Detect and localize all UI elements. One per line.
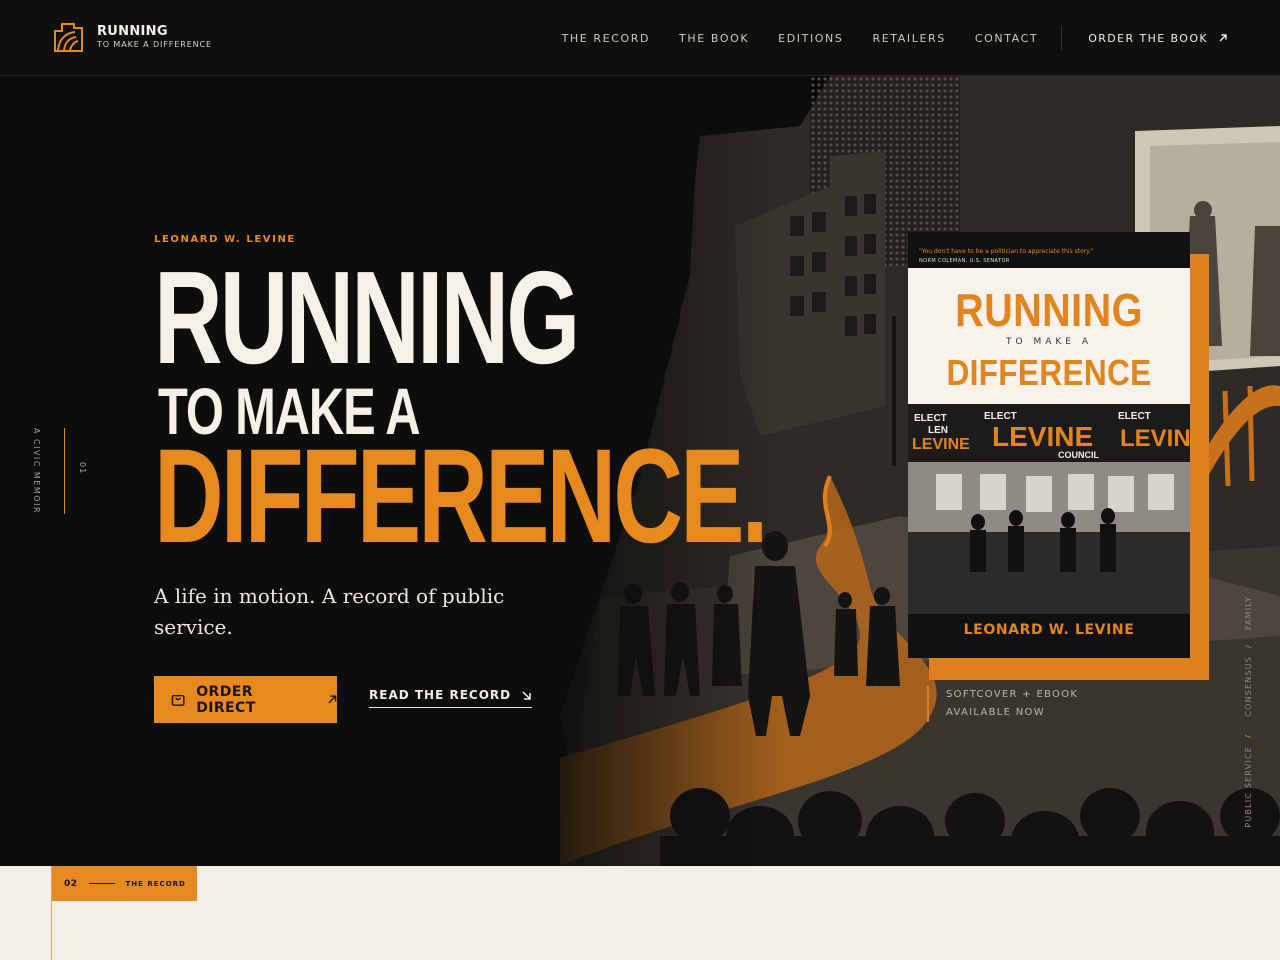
themes-list: PUBLIC SERVICE / CONSENSUS / FAMILY [1242,596,1262,846]
section-tab-number: 02 [64,878,78,889]
section-tab-label: THE RECORD [125,879,186,888]
order-direct-label: ORDER DIRECT [196,683,256,716]
order-the-book-link[interactable]: ORDER THE BOOK [1088,32,1228,45]
arrow-up-right-icon [1219,34,1227,42]
campaign-office-photo: ELECT LEN LEVINE ELECT LEVINE COUNCIL EL… [908,404,1190,614]
book-author: LEONARD W. LEVINE [963,622,1135,638]
availability-status: AVAILABLE NOW [946,707,1045,718]
sign-levine-3: LEVINE [1120,425,1190,452]
arrow-down-right-icon [522,690,531,700]
brand-text: RUNNING TO MAKE A DIFFERENCE [97,25,212,50]
theme-public-service: PUBLIC SERVICE [1244,746,1253,828]
book-title-running: RUNNING [955,284,1143,336]
read-the-record-label: READ THE RECORD [369,688,512,702]
shopping-bag-icon [171,694,185,706]
book-title-difference: DIFFERENCE [946,352,1152,393]
arrow-up-right-icon [327,695,336,704]
sign-elect-1: ELECT [914,413,947,424]
side-label-text: A CIVIC MEMOIR [32,428,41,514]
theme-separator: / [1244,734,1253,738]
book-quote-attribution: NORM COLEMAN, U.S. SENATOR [919,258,1010,264]
section-tab: 02 THE RECORD [52,866,197,901]
section-number: 01 [78,462,87,475]
headline-difference-text: DIFFERENCE [154,422,745,571]
book-quote: "You don't have to be a politician to ap… [919,248,1094,255]
sign-levine-2: LEVINE [992,421,1093,452]
side-rule [64,428,65,514]
side-label: A CIVIC MEMOIR [32,428,52,518]
theme-family: FAMILY [1244,596,1253,631]
headline-period: . [741,422,769,571]
logo-mark-icon [54,23,83,52]
sign-len: LEN [928,425,948,436]
the-record-section: 02 THE RECORD [0,866,1280,960]
nav-item-the-book[interactable]: THE BOOK [679,32,749,45]
order-direct-button[interactable]: ORDER DIRECT [154,676,337,723]
brand-subtitle: TO MAKE A DIFFERENCE [97,40,212,49]
book-cover[interactable]: "You don't have to be a politician to ap… [908,232,1190,658]
order-the-book-label: ORDER THE BOOK [1088,31,1208,45]
main-nav: THE RECORD THE BOOK EDITIONS RETAILERS C… [533,0,1228,76]
availability-note: SOFTCOVER + EBOOK AVAILABLE NOW [927,686,1078,722]
theme-consensus: CONSENSUS [1244,656,1253,717]
sign-elect-3: ELECT [1118,411,1151,422]
nav-item-the-record[interactable]: THE RECORD [562,32,650,45]
hero-tagline: A life in motion. A record of public ser… [154,584,505,639]
sign-levine-1: LEVINE [912,436,970,453]
sign-council: COUNCIL [1058,450,1099,460]
hero-section: A CIVIC MEMOIR 01 LEONARD W. LEVINE RUNN… [0,76,1280,866]
section-tab-line [88,883,115,884]
nav-item-editions[interactable]: EDITIONS [778,32,843,45]
theme-separator: / [1244,644,1253,648]
nav-item-contact[interactable]: CONTACT [975,32,1038,45]
headline-difference: DIFFERENCE. [154,430,768,564]
read-the-record-link[interactable]: READ THE RECORD [369,688,533,708]
site-header: RUNNING TO MAKE A DIFFERENCE THE RECORD … [0,0,1280,76]
nav-item-retailers[interactable]: RETAILERS [872,32,945,45]
headline-running: RUNNING [154,244,580,391]
availability-formats: SOFTCOVER + EBOOK [946,689,1079,700]
brand-title: RUNNING [97,24,168,39]
brand-logo[interactable]: RUNNING TO MAKE A DIFFERENCE [53,22,212,53]
nav-divider [1061,26,1063,50]
book-title-to-make-a: TO MAKE A [1006,337,1092,347]
